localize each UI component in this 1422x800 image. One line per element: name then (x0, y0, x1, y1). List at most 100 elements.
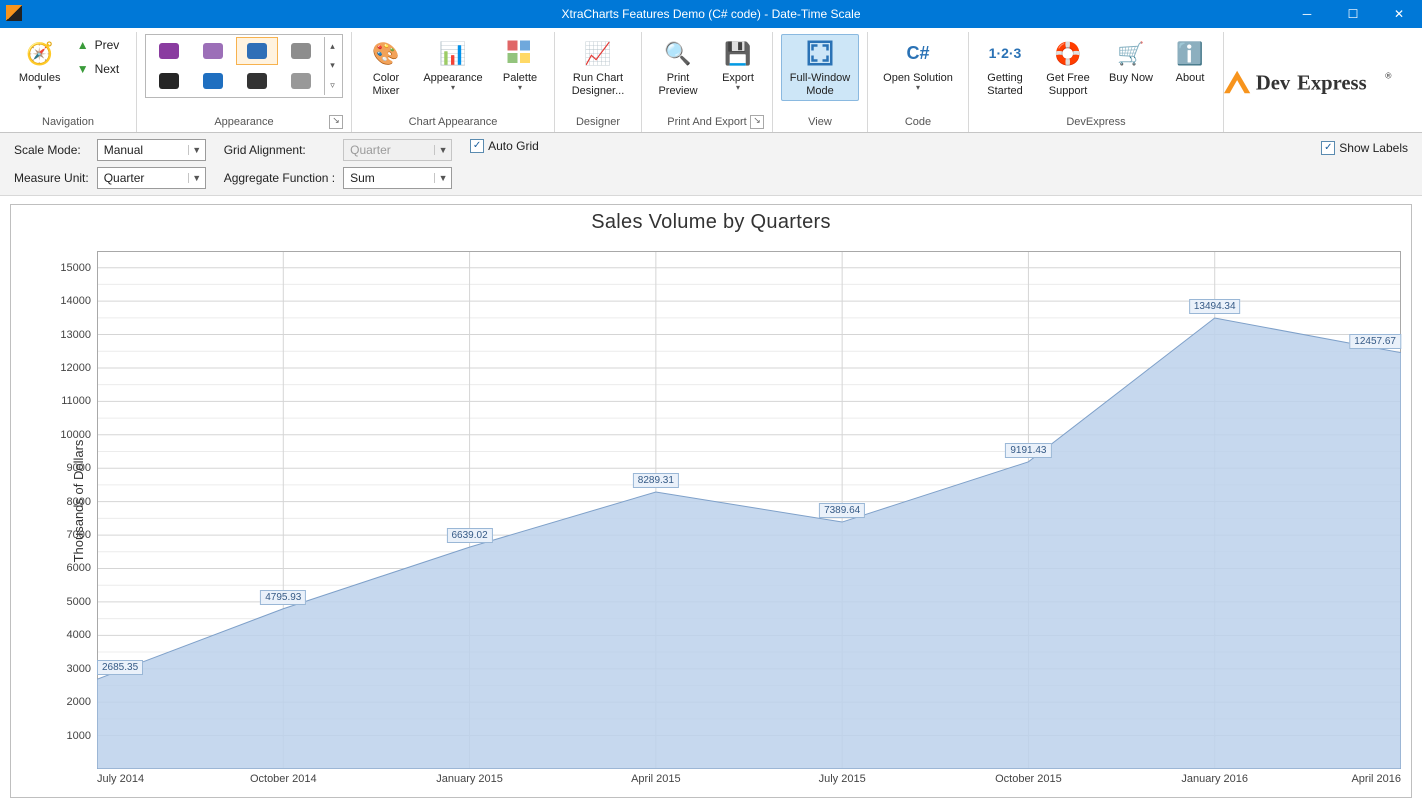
show-labels-checkbox[interactable]: ✓ Show Labels (1321, 141, 1408, 155)
aggregate-function-combo[interactable]: Sum▼ (343, 167, 452, 189)
palette-button[interactable]: Palette ▾ (494, 34, 546, 94)
compass-icon: 🧭 (24, 37, 56, 69)
gallery-item[interactable] (236, 37, 278, 65)
window-title: XtraCharts Features Demo (C# code) - Dat… (562, 7, 861, 21)
dialog-launcher-icon[interactable]: ↘ (329, 115, 343, 129)
color-mixer-button[interactable]: 🎨 Color Mixer (360, 34, 412, 101)
arrow-down-icon: ▼ (77, 62, 89, 76)
y-tick: 5000 (67, 596, 91, 608)
gallery-item[interactable] (280, 37, 322, 65)
y-tick: 3000 (67, 663, 91, 675)
window-titlebar: XtraCharts Features Demo (C# code) - Dat… (0, 0, 1422, 28)
chevron-down-icon: ▼ (188, 145, 205, 155)
y-tick: 6000 (67, 562, 91, 574)
getting-started-button[interactable]: 1·2·3 Getting Started (977, 34, 1033, 101)
aggregate-function-label: Aggregate Function : (224, 171, 335, 185)
fullscreen-icon (804, 37, 836, 69)
chart-panel: Sales Volume by Quarters Thousands of Do… (10, 204, 1412, 798)
group-label-view: View (781, 116, 859, 130)
open-solution-button[interactable]: C# Open Solution ▾ (876, 34, 960, 94)
svg-text:Dev: Dev (1256, 73, 1291, 95)
data-label: 4795.93 (260, 590, 306, 605)
group-label-devexpress: DevExpress (977, 116, 1215, 130)
x-tick: July 2014 (97, 773, 144, 785)
support-icon: 🛟 (1052, 37, 1084, 69)
x-tick: April 2016 (1351, 773, 1401, 785)
svg-text:Express: Express (1297, 73, 1366, 95)
gallery-item[interactable] (148, 37, 190, 65)
group-label-navigation: Navigation (8, 116, 128, 130)
chevron-down-icon: ▼ (188, 173, 205, 183)
svg-text:®: ® (1385, 70, 1392, 80)
chevron-down-icon: ▼ (434, 145, 451, 155)
x-tick: January 2016 (1181, 773, 1248, 785)
y-tick: 15000 (60, 262, 91, 274)
info-icon: ℹ️ (1174, 37, 1206, 69)
y-axis-ticks: 1000 2000 3000 4000 5000 6000 7000 8000 9000 1000… (55, 251, 95, 769)
y-tick: 1000 (67, 730, 91, 742)
auto-grid-checkbox[interactable]: ✓ Auto Grid (470, 139, 539, 153)
data-label: 9191.43 (1005, 443, 1051, 458)
gallery-item[interactable] (192, 37, 234, 65)
group-label-appearance: Appearance ↘ (145, 116, 343, 130)
data-label: 8289.31 (633, 473, 679, 488)
csharp-icon: C# (902, 37, 934, 69)
gallery-item[interactable] (236, 67, 278, 95)
gallery-item[interactable] (280, 67, 322, 95)
print-preview-button[interactable]: 🔍 Print Preview (650, 34, 706, 101)
y-tick: 11000 (61, 395, 91, 407)
data-label: 2685.35 (97, 660, 143, 675)
group-label-chart-appearance: Chart Appearance (360, 116, 546, 130)
checkbox-checked-icon: ✓ (1321, 141, 1335, 155)
grid-alignment-combo: Quarter▼ (343, 139, 452, 161)
y-tick: 9000 (67, 462, 91, 474)
designer-icon: 📈 (582, 37, 614, 69)
y-tick: 4000 (67, 629, 91, 641)
appearance-button[interactable]: 📊 Appearance ▾ (418, 34, 488, 94)
gallery-item[interactable] (148, 67, 190, 95)
y-tick: 8000 (67, 496, 91, 508)
get-free-support-button[interactable]: 🛟 Get Free Support (1039, 34, 1097, 101)
gallery-scroll[interactable]: ▴▾▿ (324, 37, 340, 95)
full-window-mode-button[interactable]: Full-Window Mode (781, 34, 859, 101)
x-tick: July 2015 (819, 773, 866, 785)
palette-icon: 🎨 (370, 37, 402, 69)
chart-style-icon: 📊 (437, 37, 469, 69)
y-tick: 13000 (60, 329, 91, 341)
prev-button[interactable]: ▲ Prev (73, 34, 124, 56)
style-gallery[interactable]: ▴▾▿ (145, 34, 343, 98)
gallery-item[interactable] (192, 67, 234, 95)
checkbox-checked-icon: ✓ (470, 139, 484, 153)
x-tick: January 2015 (436, 773, 503, 785)
y-tick: 10000 (60, 429, 91, 441)
app-icon (6, 5, 22, 21)
maximize-button[interactable]: ☐ (1330, 0, 1376, 28)
about-button[interactable]: ℹ️ About (1165, 34, 1215, 88)
export-button[interactable]: 💾 Export ▾ (712, 34, 764, 94)
y-tick: 7000 (67, 529, 91, 541)
y-tick: 12000 (60, 362, 91, 374)
devexpress-logo: Dev Express ® (1224, 32, 1422, 132)
options-bar: Scale Mode: Manual▼ Measure Unit: Quarte… (0, 133, 1422, 196)
run-chart-designer-button[interactable]: 📈 Run Chart Designer... (563, 34, 633, 101)
color-swatches-icon (504, 37, 536, 69)
scale-mode-combo[interactable]: Manual▼ (97, 139, 206, 161)
ribbon: 🧭 Modules ▾ ▲ Prev ▼ Next Navigation (0, 28, 1422, 133)
buy-now-button[interactable]: 🛒 Buy Now (1103, 34, 1159, 88)
y-tick: 2000 (67, 696, 91, 708)
x-tick: October 2015 (995, 773, 1062, 785)
measure-unit-combo[interactable]: Quarter▼ (97, 167, 206, 189)
next-button[interactable]: ▼ Next (73, 58, 124, 80)
data-label: 12457.67 (1349, 334, 1401, 349)
close-button[interactable]: ✕ (1376, 0, 1422, 28)
group-label-designer: Designer (563, 116, 633, 130)
magnifier-document-icon: 🔍 (662, 37, 694, 69)
x-tick: April 2015 (631, 773, 681, 785)
modules-button[interactable]: 🧭 Modules ▾ (13, 34, 67, 94)
minimize-button[interactable]: ─ (1284, 0, 1330, 28)
dialog-launcher-icon[interactable]: ↘ (750, 115, 764, 129)
grid-alignment-label: Grid Alignment: (224, 143, 335, 157)
group-label-print-export: Print And Export ↘ (650, 116, 764, 130)
cart-icon: 🛒 (1115, 37, 1147, 69)
chart-title: Sales Volume by Quarters (11, 205, 1411, 234)
